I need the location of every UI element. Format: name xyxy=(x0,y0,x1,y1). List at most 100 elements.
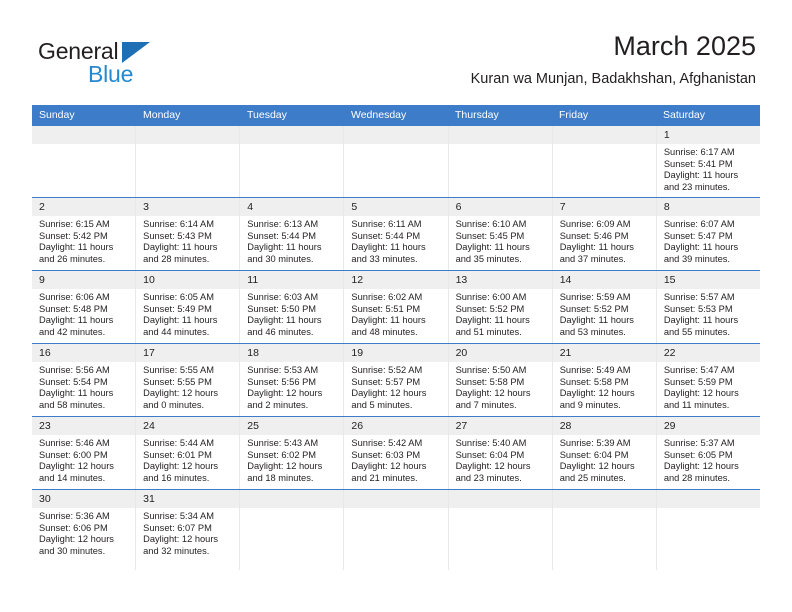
daylight-text-line2: and 2 minutes. xyxy=(247,399,309,410)
calendar-week-row: 30 Sunrise: 5:36 AM Sunset: 6:06 PM Dayligh… xyxy=(32,490,760,570)
day-number: 31 xyxy=(143,493,155,505)
calendar-day-cell-empty xyxy=(552,126,657,197)
sunrise-text: Sunrise: 5:42 AM xyxy=(351,438,423,448)
sunrise-text: Sunrise: 6:00 AM xyxy=(455,292,527,302)
weekday-header-monday: Monday xyxy=(143,109,181,121)
calendar-day-cell[interactable]: 19 Sunrise: 5:52 AM Sunset: 5:57 PM Dayligh… xyxy=(344,344,449,416)
calendar-day-cell[interactable]: 3 Sunrise: 6:14 AM Sunset: 5:43 PM Daylight… xyxy=(136,198,241,270)
day-number-band: 25 xyxy=(240,417,344,435)
calendar-day-cell[interactable]: 2 Sunrise: 6:15 AM Sunset: 5:42 PM Daylight… xyxy=(32,198,137,270)
sunset-text: Sunset: 5:41 PM xyxy=(663,158,733,169)
calendar-day-cell[interactable]: 6 Sunrise: 6:10 AM Sunset: 5:45 PM Daylight… xyxy=(448,198,553,270)
day-number: 7 xyxy=(559,201,566,213)
calendar-day-cell[interactable]: 29 Sunrise: 5:37 AM Sunset: 6:05 PM Dayligh… xyxy=(656,417,760,489)
sunrise-text: Sunrise: 5:53 AM xyxy=(247,365,319,375)
day-number: 6 xyxy=(455,201,462,213)
sunset-text: Sunset: 6:02 PM xyxy=(247,449,317,460)
day-number-band: 3 xyxy=(136,198,240,216)
sunset-text: Sunset: 6:07 PM xyxy=(143,522,212,533)
calendar-day-cell-empty xyxy=(448,490,553,570)
day-sun-info: Sunrise: 6:17 AM Sunset: 5:41 PM Daylight:… xyxy=(657,144,760,193)
calendar-day-cell[interactable]: 21 Sunrise: 5:49 AM Sunset: 5:58 PM Dayligh… xyxy=(552,344,657,416)
calendar-day-cell[interactable]: 22 Sunrise: 5:47 AM Sunset: 5:59 PM Dayligh… xyxy=(656,344,760,416)
calendar-week-row: 9 Sunrise: 6:06 AM Sunset: 5:48 PM Daylight… xyxy=(32,271,760,344)
sunset-text: Sunset: 5:58 PM xyxy=(455,376,525,387)
daylight-text-line2: and 23 minutes. xyxy=(455,472,522,483)
calendar-day-cell[interactable]: 23 Sunrise: 5:46 AM Sunset: 6:00 PM Dayligh… xyxy=(32,417,137,489)
calendar-day-cell-empty xyxy=(32,126,137,197)
calendar-day-cell[interactable]: 7 Sunrise: 6:09 AM Sunset: 5:46 PM Daylight… xyxy=(552,198,657,270)
day-number-band: 14 xyxy=(552,271,656,289)
day-number: 29 xyxy=(663,420,676,432)
calendar-day-cell[interactable]: 24 Sunrise: 5:44 AM Sunset: 6:01 PM Dayligh… xyxy=(136,417,241,489)
calendar-day-cell[interactable]: 30 Sunrise: 5:36 AM Sunset: 6:06 PM Dayligh… xyxy=(32,490,137,570)
day-sun-info: Sunrise: 6:10 AM Sunset: 5:45 PM Daylight:… xyxy=(449,216,552,265)
calendar-day-cell[interactable]: 18 Sunrise: 5:53 AM Sunset: 5:56 PM Dayligh… xyxy=(240,344,345,416)
calendar-day-cell[interactable]: 11 Sunrise: 6:03 AM Sunset: 5:50 PM Dayligh… xyxy=(240,271,345,343)
daylight-text-line2: and 25 minutes. xyxy=(559,472,626,483)
sunrise-text: Sunrise: 5:59 AM xyxy=(559,292,631,302)
day-sun-info: Sunrise: 6:03 AM Sunset: 5:50 PM Daylight:… xyxy=(240,289,343,338)
calendar-day-cell[interactable]: 4 Sunrise: 6:13 AM Sunset: 5:44 PM Daylight… xyxy=(240,198,345,270)
day-number: 23 xyxy=(39,420,51,432)
general-blue-logo: General Blue xyxy=(38,38,188,90)
calendar-day-cell[interactable]: 1 Sunrise: 6:17 AM Sunset: 5:41 PM Daylight… xyxy=(656,126,760,197)
daylight-text-line1: Daylight: 11 hours xyxy=(351,315,426,326)
day-number: 21 xyxy=(559,347,572,359)
daylight-text-line2: and 30 minutes. xyxy=(247,253,314,264)
daylight-text-line1: Daylight: 11 hours xyxy=(663,170,739,181)
calendar-day-cell[interactable]: 14 Sunrise: 5:59 AM Sunset: 5:52 PM Dayligh… xyxy=(552,271,657,343)
day-number-band xyxy=(136,126,240,144)
daylight-text-line1: Daylight: 12 hours xyxy=(143,461,219,472)
calendar-day-cell[interactable]: 15 Sunrise: 5:57 AM Sunset: 5:53 PM Dayligh… xyxy=(656,271,760,343)
day-sun-info: Sunrise: 6:05 AM Sunset: 5:49 PM Daylight:… xyxy=(136,289,239,338)
sunset-text: Sunset: 5:44 PM xyxy=(247,230,317,241)
sunrise-text: Sunrise: 6:15 AM xyxy=(39,219,110,229)
sunrise-text: Sunrise: 6:06 AM xyxy=(39,292,110,302)
daylight-text-line1: Daylight: 11 hours xyxy=(143,315,218,326)
calendar-day-cell-empty xyxy=(656,490,760,570)
day-sun-info: Sunrise: 5:44 AM Sunset: 6:01 PM Daylight:… xyxy=(136,435,239,484)
day-number-band: 1 xyxy=(656,126,760,144)
calendar-day-cell[interactable]: 5 Sunrise: 6:11 AM Sunset: 5:44 PM Daylight… xyxy=(344,198,449,270)
sunrise-text: Sunrise: 6:10 AM xyxy=(455,219,527,229)
calendar-day-cell[interactable]: 27 Sunrise: 5:40 AM Sunset: 6:04 PM Dayligh… xyxy=(448,417,553,489)
calendar-day-cell[interactable]: 20 Sunrise: 5:50 AM Sunset: 5:58 PM Dayligh… xyxy=(448,344,553,416)
sunrise-text: Sunrise: 5:46 AM xyxy=(39,438,110,448)
sunset-text: Sunset: 5:52 PM xyxy=(455,303,525,314)
daylight-text-line2: and 58 minutes. xyxy=(39,399,106,410)
calendar-day-cell[interactable]: 17 Sunrise: 5:55 AM Sunset: 5:55 PM Dayligh… xyxy=(136,344,241,416)
day-number-band xyxy=(448,126,552,144)
daylight-text-line1: Daylight: 11 hours xyxy=(559,242,634,253)
sunrise-text: Sunrise: 5:49 AM xyxy=(559,365,631,375)
calendar-day-cell[interactable]: 10 Sunrise: 6:05 AM Sunset: 5:49 PM Dayligh… xyxy=(136,271,241,343)
daylight-text-line2: and 16 minutes. xyxy=(143,472,210,483)
calendar-day-cell[interactable]: 9 Sunrise: 6:06 AM Sunset: 5:48 PM Daylight… xyxy=(32,271,137,343)
day-number-band xyxy=(240,126,344,144)
sunset-text: Sunset: 5:43 PM xyxy=(143,230,212,241)
day-number: 8 xyxy=(663,201,670,213)
calendar-day-cell[interactable]: 31 Sunrise: 5:34 AM Sunset: 6:07 PM Dayligh… xyxy=(136,490,241,570)
day-number-band: 13 xyxy=(448,271,552,289)
calendar-day-cell[interactable]: 28 Sunrise: 5:39 AM Sunset: 6:04 PM Dayligh… xyxy=(552,417,657,489)
daylight-text-line2: and 0 minutes. xyxy=(143,399,205,410)
calendar-day-cell[interactable]: 8 Sunrise: 6:07 AM Sunset: 5:47 PM Daylight… xyxy=(656,198,760,270)
daylight-text-line1: Daylight: 12 hours xyxy=(247,388,323,399)
calendar-day-cell[interactable]: 26 Sunrise: 5:42 AM Sunset: 6:03 PM Dayligh… xyxy=(344,417,449,489)
day-number-band: 21 xyxy=(552,344,656,362)
calendar-day-cell[interactable]: 12 Sunrise: 6:02 AM Sunset: 5:51 PM Dayligh… xyxy=(344,271,449,343)
calendar-day-cell[interactable]: 25 Sunrise: 5:43 AM Sunset: 6:02 PM Dayligh… xyxy=(240,417,345,489)
day-number: 16 xyxy=(39,347,51,359)
calendar-day-cell[interactable]: 13 Sunrise: 6:00 AM Sunset: 5:52 PM Dayligh… xyxy=(448,271,553,343)
daylight-text-line1: Daylight: 12 hours xyxy=(39,461,114,472)
sunset-text: Sunset: 5:52 PM xyxy=(559,303,629,314)
calendar-day-cell[interactable]: 16 Sunrise: 5:56 AM Sunset: 5:54 PM Dayligh… xyxy=(32,344,137,416)
sunset-text: Sunset: 6:00 PM xyxy=(39,449,108,460)
sunrise-text: Sunrise: 6:07 AM xyxy=(663,219,735,229)
sunrise-text: Sunrise: 6:02 AM xyxy=(351,292,423,302)
sunset-text: Sunset: 6:01 PM xyxy=(143,449,212,460)
day-number: 30 xyxy=(39,493,51,505)
calendar-week-row: 1 Sunrise: 6:17 AM Sunset: 5:41 PM Daylight… xyxy=(32,126,760,198)
sunrise-text: Sunrise: 5:39 AM xyxy=(559,438,631,448)
sunrise-text: Sunrise: 5:55 AM xyxy=(143,365,214,375)
